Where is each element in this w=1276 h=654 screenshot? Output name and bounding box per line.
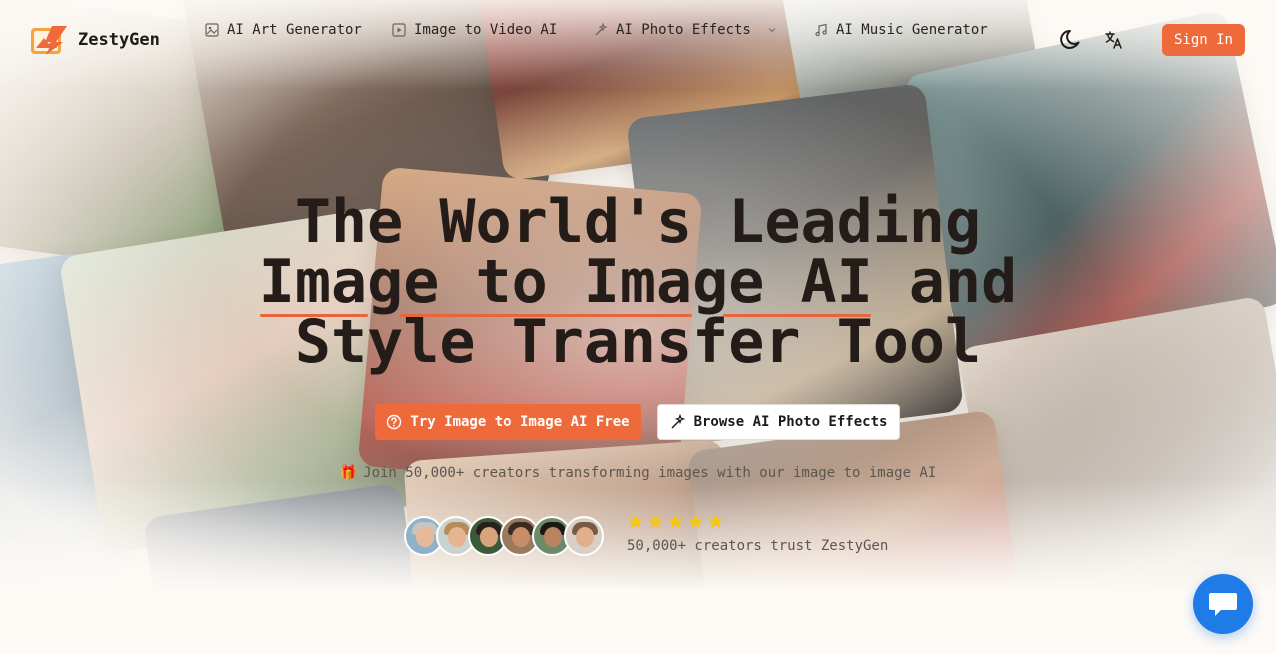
title-underline	[260, 314, 368, 317]
dark-mode-toggle-icon[interactable]	[1057, 27, 1083, 53]
magic-wand-icon	[671, 414, 685, 429]
music-note-icon	[815, 23, 827, 37]
rating-stars	[627, 513, 724, 530]
image-icon	[205, 23, 219, 37]
hero-title-line: Style Transfer Tool	[294, 307, 982, 377]
zestygen-logo-icon	[31, 26, 67, 55]
magic-wand-icon	[595, 23, 608, 36]
sign-in-button[interactable]: Sign In	[1162, 24, 1245, 56]
star-icon	[628, 514, 643, 528]
trust-text: 50,000+ creators trust ZestyGen	[627, 538, 889, 554]
language-icon[interactable]	[1104, 30, 1124, 50]
try-image-to-image-button[interactable]: Try Image to Image AI Free	[375, 404, 641, 440]
avatar	[564, 516, 604, 556]
chat-support-button[interactable]	[1193, 574, 1253, 634]
nav-ai-photo-effects[interactable]: AI Photo Effects	[594, 22, 777, 38]
browse-photo-effects-button[interactable]: Browse AI Photo Effects	[657, 404, 900, 440]
chevron-down-icon	[768, 28, 776, 33]
nav-ai-art-generator[interactable]: AI Art Generator	[205, 22, 362, 38]
join-text: Join 50,000+ creators transforming image…	[363, 465, 937, 481]
cta-secondary-label: Browse AI Photo Effects	[693, 414, 888, 430]
cta-primary-label: Try Image to Image AI Free	[410, 414, 630, 430]
nav-label: AI Music Generator	[836, 22, 988, 38]
title-underline	[400, 314, 692, 317]
nav-image-to-video[interactable]: Image to Video AI	[392, 22, 557, 38]
hero-title-line: Image to Image AI and	[258, 247, 1018, 317]
nav-label: AI Photo Effects	[616, 22, 751, 38]
nav-label: AI Art Generator	[227, 22, 362, 38]
chat-bubble-icon	[1209, 593, 1237, 616]
star-icon	[688, 514, 703, 528]
brand-name: ZestyGen	[78, 30, 160, 50]
star-icon	[668, 514, 683, 528]
hero-title: The World's Leading Image to Image AI an…	[0, 192, 1276, 372]
nav-ai-music-generator[interactable]: AI Music Generator	[814, 22, 988, 38]
video-icon	[392, 23, 406, 37]
help-circle-icon	[387, 414, 402, 430]
hero-title-line: The World's Leading	[294, 187, 982, 257]
join-creators-text: 🎁 Join 50,000+ creators transforming imag…	[0, 465, 1276, 481]
title-underline	[723, 314, 871, 317]
brand-logo-link[interactable]: ZestyGen	[30, 24, 160, 56]
star-icon	[648, 514, 663, 528]
gift-icon: 🎁	[339, 465, 358, 481]
site-header: ZestyGen AI Art Generator Image to Video…	[0, 0, 1276, 80]
nav-label: Image to Video AI	[414, 22, 558, 38]
star-icon	[708, 514, 723, 528]
